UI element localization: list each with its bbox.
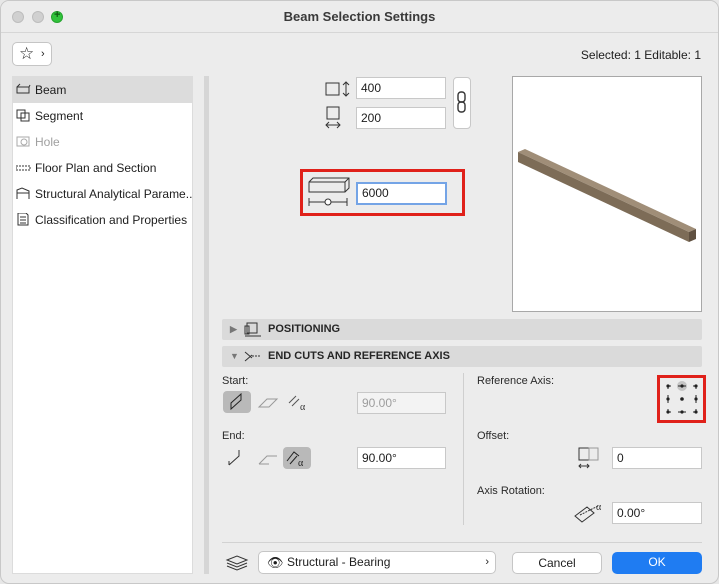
start-vertical-cut-button[interactable] [223,391,251,413]
horizontal-cut-icon [258,455,277,465]
star-icon: ☆ [19,44,35,63]
disclosure-triangle-down-icon: ▼ [230,351,239,361]
layer-select-value: Structural - Bearing [287,555,391,569]
vertical-cut-icon [228,450,240,466]
axis-rotation-field[interactable]: 0.00° [612,502,702,524]
sidebar-item-label: Classification and Properties [35,213,188,227]
width-field[interactable]: 200 [356,107,446,129]
positioning-icon [244,322,262,337]
beam-selection-settings-dialog: + Beam Selection Settings ☆ › Selected: 1… [0,0,719,584]
length-field[interactable]: 6000 [356,182,447,205]
favorites-button[interactable]: ☆ › [12,42,52,66]
sidebar-item-label: Floor Plan and Section [35,161,157,175]
height-field[interactable]: 400 [356,77,446,99]
eye-icon: 👁 [267,555,284,570]
vertical-separator [463,373,464,525]
sidebar-item-hole[interactable]: Hole [13,129,192,155]
end-label: End: [222,430,245,442]
height-icon [325,81,351,97]
settings-sidebar: Beam Segment Hole Floor Plan and Section… [12,76,193,574]
sidebar-item-classification[interactable]: Classification and Properties [13,207,192,233]
svg-text:α: α [298,458,304,469]
reference-axis-grid-icon [666,381,698,414]
offset-icon [577,445,603,471]
custom-angle-cut-icon: α [288,395,306,413]
custom-angle-cut-icon: α [286,451,304,469]
sidebar-item-structural-analytical[interactable]: Structural Analytical Parame... [13,181,192,207]
layer-select[interactable]: 👁 Structural - Bearing › [258,551,496,574]
sidebar-item-label: Segment [35,109,84,123]
beam-3d-preview [512,76,702,312]
axis-rotation-label: Axis Rotation: [477,485,545,497]
beam-preview-image [518,149,696,242]
panel-divider[interactable] [204,76,209,574]
width-icon [325,106,347,130]
classification-icon [16,212,31,226]
title-bar: + Beam Selection Settings [1,1,718,33]
sidebar-item-floor-plan-and-section[interactable]: Floor Plan and Section [13,155,192,181]
end-vertical-cut-button[interactable] [223,447,251,469]
segment-icon [16,109,31,122]
chevron-right-icon: › [485,556,489,568]
svg-text:α: α [300,402,306,413]
svg-text:α: α [596,502,602,513]
footer-separator [222,542,702,543]
chevron-right-icon: › [41,48,45,60]
sidebar-item-label: Structural Analytical Parame... [35,187,192,201]
sidebar-item-beam[interactable]: Beam [13,77,192,103]
horizontal-cut-icon [257,398,279,408]
end-horizontal-cut-button[interactable] [255,447,283,469]
offset-label: Offset: [477,430,510,442]
floor-plan-icon [15,161,31,174]
end-angle-field[interactable]: 90.00° [357,447,446,469]
axis-rotation-icon: α [572,499,606,527]
cancel-button[interactable]: Cancel [512,552,602,574]
disclosure-triangle-right-icon: ▶ [230,324,237,334]
chain-link-icon [457,91,466,113]
selection-info: Selected: 1 Editable: 1 [580,48,701,62]
offset-field[interactable]: 0 [612,447,702,469]
start-horizontal-cut-button[interactable] [255,391,283,413]
reference-axis-label: Reference Axis: [477,375,555,387]
end-cuts-section-header[interactable]: ▼ END CUTS AND REFERENCE AXIS [222,346,702,367]
positioning-section-title: POSITIONING [268,323,341,335]
beam-icon [16,83,31,96]
start-angle-field[interactable]: 90.00° [357,392,446,414]
window-title: Beam Selection Settings [283,9,436,24]
sidebar-item-label: Beam [35,83,67,97]
length-icon [307,176,351,210]
positioning-section-header[interactable]: ▶ POSITIONING [222,319,702,340]
hole-icon [16,135,31,148]
layers-icon [225,553,249,573]
ok-button[interactable]: OK [612,552,702,574]
sidebar-item-label: Hole [35,135,60,149]
end-cuts-icon [244,349,262,364]
structural-analytical-icon [16,187,31,200]
link-dimensions-toggle[interactable] [453,77,471,129]
start-label: Start: [222,375,249,387]
vertical-cut-icon [230,392,242,411]
start-custom-angle-button[interactable]: α [286,391,314,413]
reference-axis-selector[interactable] [663,380,701,418]
sidebar-item-segment[interactable]: Segment [13,103,192,129]
end-custom-angle-button[interactable]: α [283,447,311,469]
end-cuts-section-title: END CUTS AND REFERENCE AXIS [268,350,450,362]
